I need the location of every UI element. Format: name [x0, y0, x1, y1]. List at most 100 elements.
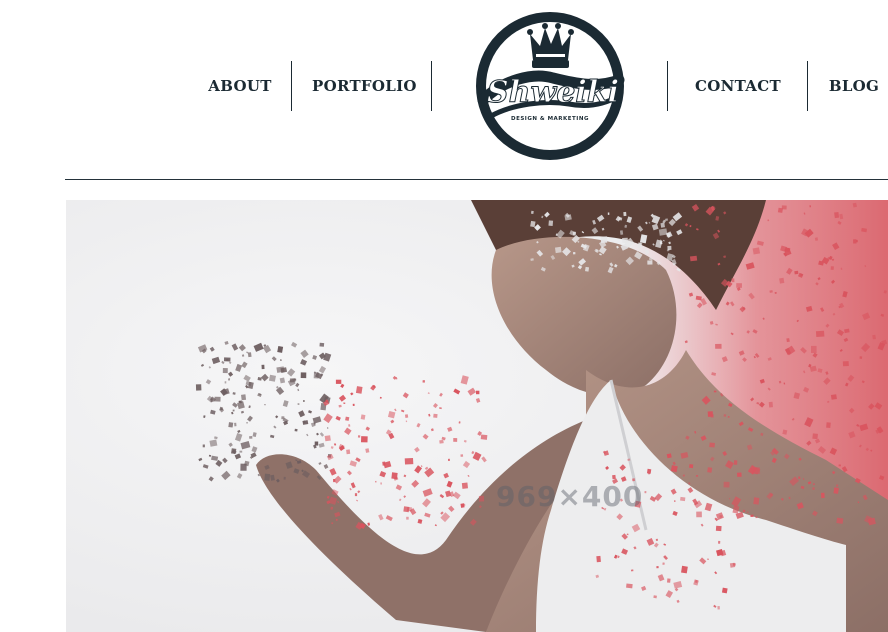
dust-particle — [232, 409, 235, 412]
dust-particle — [768, 401, 773, 408]
site-logo[interactable]: Shweiki DESIGN & MARKETING — [473, 8, 627, 164]
hero-banner: 969×400 — [66, 200, 888, 632]
dust-particle — [612, 474, 616, 480]
dust-particle — [821, 492, 825, 499]
dust-particle — [681, 565, 688, 574]
dust-particle — [794, 270, 799, 275]
dust-particle — [348, 424, 351, 427]
dust-particle — [246, 422, 248, 424]
dust-particle — [815, 330, 825, 338]
dust-particle — [853, 239, 857, 244]
dust-particle — [713, 390, 717, 393]
dust-particle — [355, 386, 363, 394]
dust-particle — [707, 467, 713, 473]
dust-particle — [230, 448, 237, 455]
dust-particle — [283, 476, 286, 480]
dust-particle — [433, 413, 438, 418]
dust-particle — [222, 367, 228, 374]
dust-particle — [680, 496, 686, 502]
dust-particle — [717, 606, 720, 610]
dust-particle — [731, 278, 735, 283]
nav-divider — [807, 61, 808, 111]
dust-particle — [833, 487, 839, 494]
dust-particle — [715, 343, 722, 349]
dust-particle — [742, 509, 746, 513]
dust-particle — [755, 516, 758, 519]
dust-particle — [573, 251, 576, 255]
dust-particle — [670, 465, 678, 473]
dust-particle — [476, 390, 480, 395]
dust-particle — [647, 260, 653, 265]
dust-particle — [324, 435, 331, 442]
dust-particle — [779, 277, 785, 284]
dust-particle — [607, 212, 610, 215]
dust-particle — [719, 515, 723, 518]
dust-particle — [422, 380, 425, 383]
dust-particle — [300, 372, 307, 379]
dust-particle — [249, 436, 253, 439]
dust-particle — [453, 437, 458, 442]
dust-particle — [696, 511, 702, 518]
dust-particle — [406, 516, 409, 520]
dust-particle — [354, 493, 358, 497]
dust-particle — [461, 482, 469, 489]
nav-link-contact[interactable]: CONTACT — [692, 74, 784, 98]
dust-particle — [630, 569, 634, 572]
dust-particle — [656, 566, 659, 569]
dust-particle — [209, 439, 218, 447]
dust-particle — [548, 220, 554, 227]
dust-particle — [261, 364, 265, 370]
dust-particle — [302, 400, 305, 402]
header-rule — [65, 179, 888, 180]
dust-particle — [530, 210, 534, 215]
dust-particle — [812, 487, 815, 490]
dust-particle — [224, 381, 227, 384]
dust-particle — [277, 346, 284, 353]
nav-link-blog[interactable]: BLOG — [826, 74, 882, 98]
nav-link-about[interactable]: ABOUT — [204, 74, 276, 98]
dust-particle — [655, 538, 658, 541]
dust-particle — [214, 396, 221, 402]
dust-particle — [830, 394, 837, 400]
dust-particle — [338, 404, 342, 408]
dust-particle — [279, 359, 282, 361]
logo-wordmark: Shweiki — [487, 75, 619, 110]
nav-link-portfolio[interactable]: PORTFOLIO — [312, 74, 416, 98]
dust-particle — [345, 416, 350, 421]
dust-particle — [838, 464, 841, 467]
dust-particle — [276, 366, 285, 373]
dust-particle — [809, 205, 811, 208]
dust-particle — [352, 403, 355, 407]
dust-particle — [727, 416, 730, 418]
dust-particle — [404, 457, 414, 465]
dust-particle — [836, 517, 844, 524]
dust-particle — [297, 403, 300, 405]
dust-particle — [826, 422, 831, 429]
dust-particle — [673, 263, 676, 266]
dust-particle — [480, 434, 488, 440]
dust-particle — [596, 555, 601, 563]
dust-particle — [674, 500, 676, 503]
dust-particle — [637, 242, 643, 249]
dust-particle — [718, 540, 721, 544]
dust-particle — [460, 503, 465, 508]
dust-particle — [746, 511, 749, 513]
dust-particle — [733, 460, 738, 465]
dust-particle — [327, 427, 329, 429]
dust-particle — [644, 491, 647, 494]
dust-particle — [202, 444, 205, 448]
dust-particle — [830, 266, 834, 270]
dust-particle — [264, 473, 271, 481]
nav-divider — [291, 61, 292, 111]
dust-particle — [778, 380, 782, 384]
dust-particle — [812, 433, 818, 440]
dust-particle — [834, 212, 840, 219]
dust-particle — [439, 439, 444, 444]
dust-particle — [554, 246, 562, 254]
dust-particle — [585, 266, 590, 272]
dust-particle — [811, 345, 817, 353]
dust-particle — [279, 377, 286, 384]
dust-particle — [195, 384, 202, 391]
dust-particle — [689, 464, 694, 469]
dust-particle — [335, 379, 342, 384]
